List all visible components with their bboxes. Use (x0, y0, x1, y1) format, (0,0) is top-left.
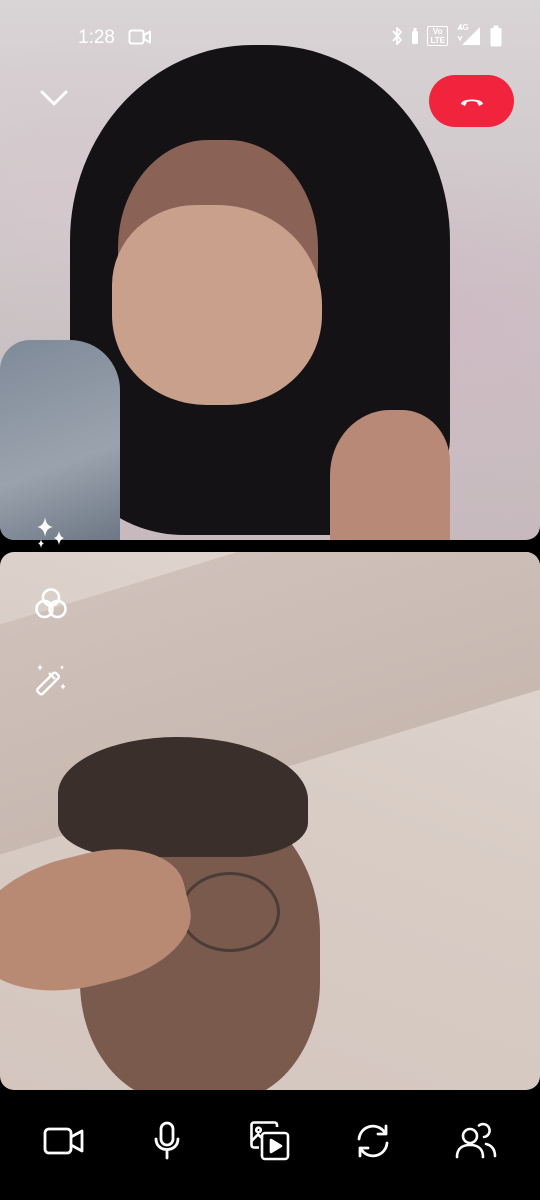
status-bar: 1:28 Vo LTE 4G (0, 20, 540, 56)
color-filter-icon (32, 585, 70, 623)
minimize-button[interactable] (32, 78, 76, 118)
microphone-icon (152, 1121, 182, 1161)
network-type-label: 4G (458, 23, 469, 32)
flip-camera-button[interactable] (343, 1111, 403, 1171)
volte-label-top: Vo (432, 27, 443, 36)
magic-wand-icon (31, 659, 71, 699)
volte-label-bottom: LTE (430, 36, 445, 45)
remote-participant-shoulder (330, 410, 450, 540)
effects-button[interactable] (28, 508, 74, 554)
flip-camera-icon (353, 1121, 393, 1161)
phone-hangup-icon (458, 94, 486, 108)
status-indicators: Vo LTE 4G (391, 23, 502, 47)
chevron-down-icon (39, 89, 69, 107)
call-controls-toolbar (0, 1090, 540, 1200)
participants-button[interactable] (446, 1111, 506, 1171)
media-share-button[interactable] (240, 1111, 300, 1171)
filters-button[interactable] (28, 581, 74, 627)
self-view-hair (58, 737, 308, 857)
self-view-glasses (180, 872, 280, 952)
self-video-tile[interactable] (0, 552, 540, 1090)
magic-wand-button[interactable] (28, 656, 74, 702)
video-recording-icon (128, 27, 152, 47)
battery-icon (490, 25, 502, 47)
sparkles-icon (31, 511, 71, 551)
video-call-screen: 1:28 Vo LTE 4G (0, 0, 540, 1200)
people-icon (455, 1122, 497, 1160)
media-share-icon (249, 1120, 291, 1162)
video-camera-icon (43, 1125, 85, 1157)
status-time: 1:28 (78, 27, 115, 48)
camera-toggle-button[interactable] (34, 1111, 94, 1171)
bluetooth-icon (391, 26, 403, 46)
remote-participant-hand (112, 205, 322, 405)
end-call-button[interactable] (429, 75, 514, 127)
signal-4g-icon: 4G (456, 23, 482, 47)
vibrate-icon (411, 26, 419, 46)
volte-badge: Vo LTE (427, 26, 448, 46)
microphone-toggle-button[interactable] (137, 1111, 197, 1171)
